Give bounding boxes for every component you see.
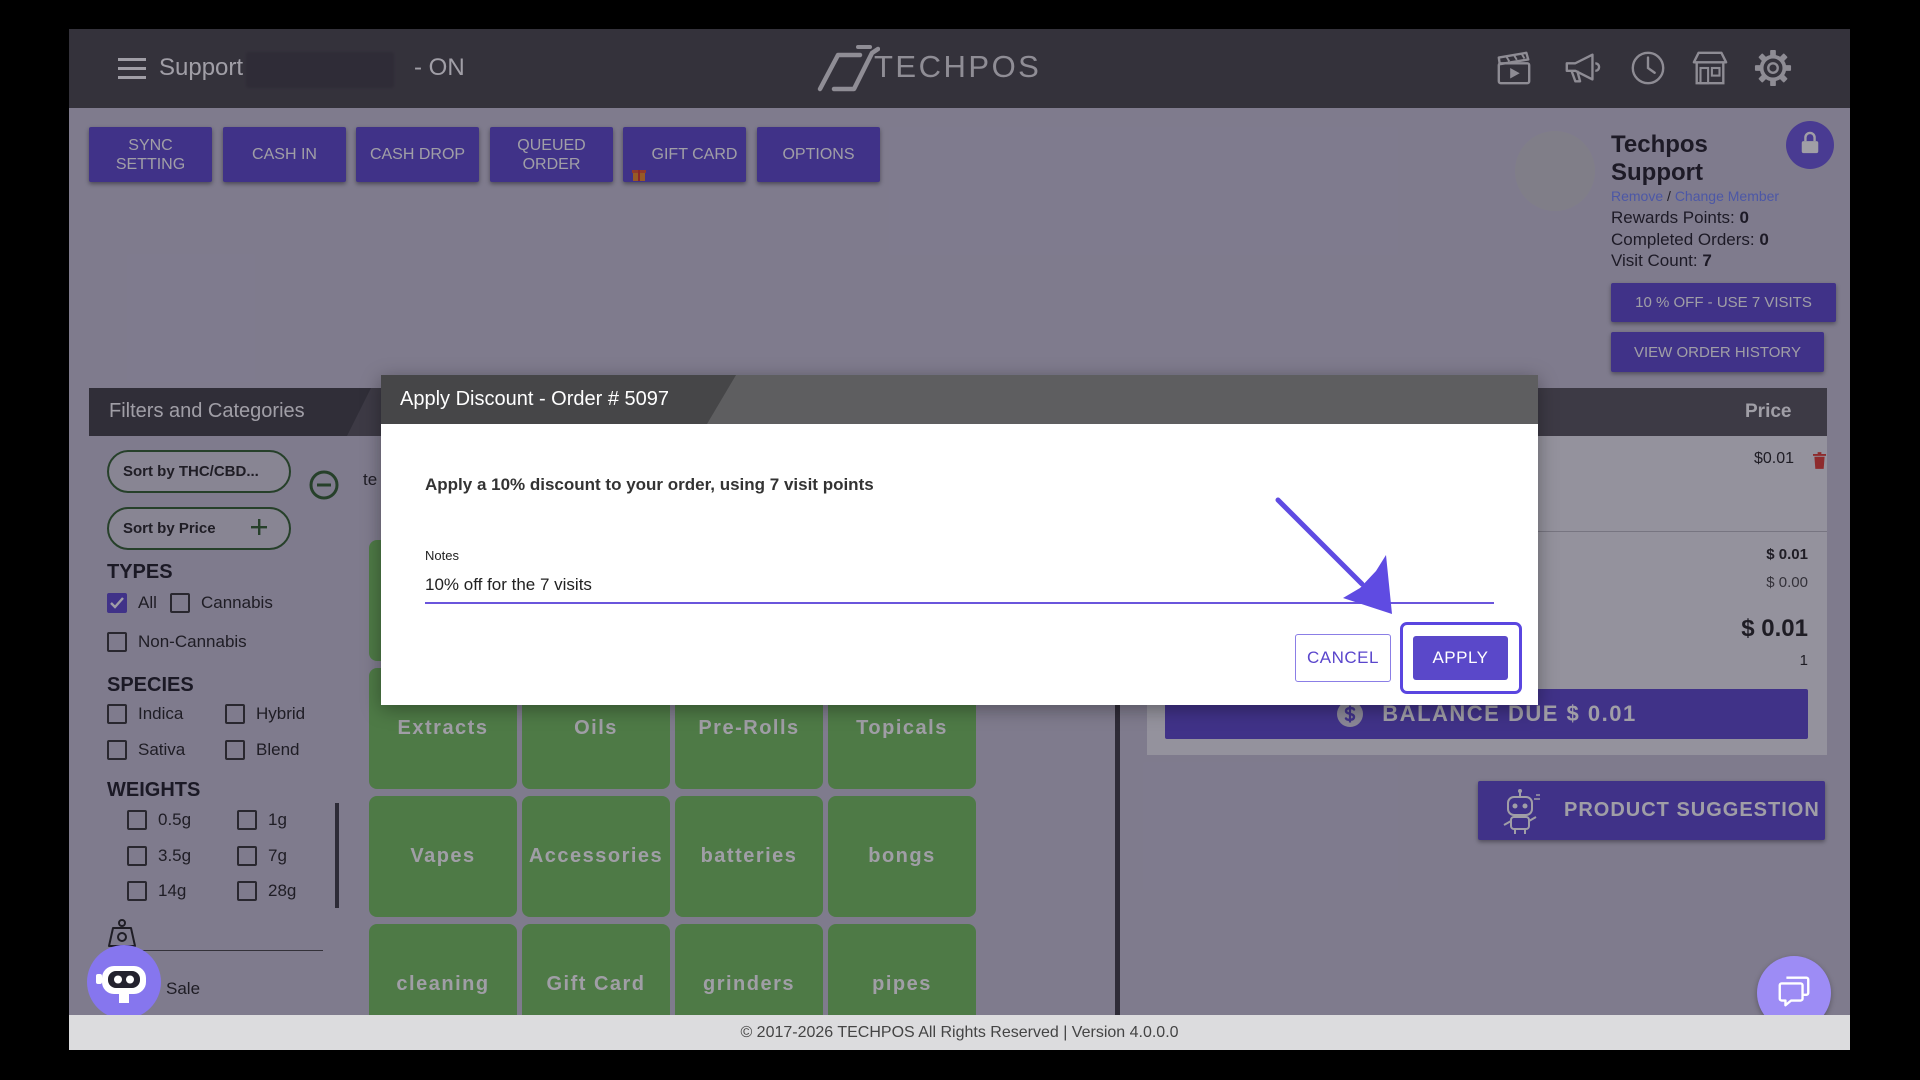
dialog-message: Apply a 10% discount to your order, usin… (425, 475, 874, 494)
footer: © 2017-2026 TECHPOS All Rights Reserved … (69, 1015, 1850, 1050)
apply-button[interactable]: APPLY (1413, 636, 1508, 680)
copyright-text: © 2017-2026 TECHPOS All Rights Reserved … (740, 1023, 1179, 1041)
robot-face-icon (96, 956, 152, 1009)
assistant-robot-button[interactable] (87, 945, 161, 1019)
apply-discount-dialog: Apply Discount - Order # 5097 Apply a 10… (381, 375, 1538, 705)
cancel-button[interactable]: CANCEL (1295, 634, 1391, 682)
notes-input[interactable] (425, 568, 1494, 604)
dialog-title: Apply Discount - Order # 5097 (400, 388, 670, 410)
notes-label: Notes (425, 548, 459, 563)
chat-icon (1775, 972, 1813, 1015)
